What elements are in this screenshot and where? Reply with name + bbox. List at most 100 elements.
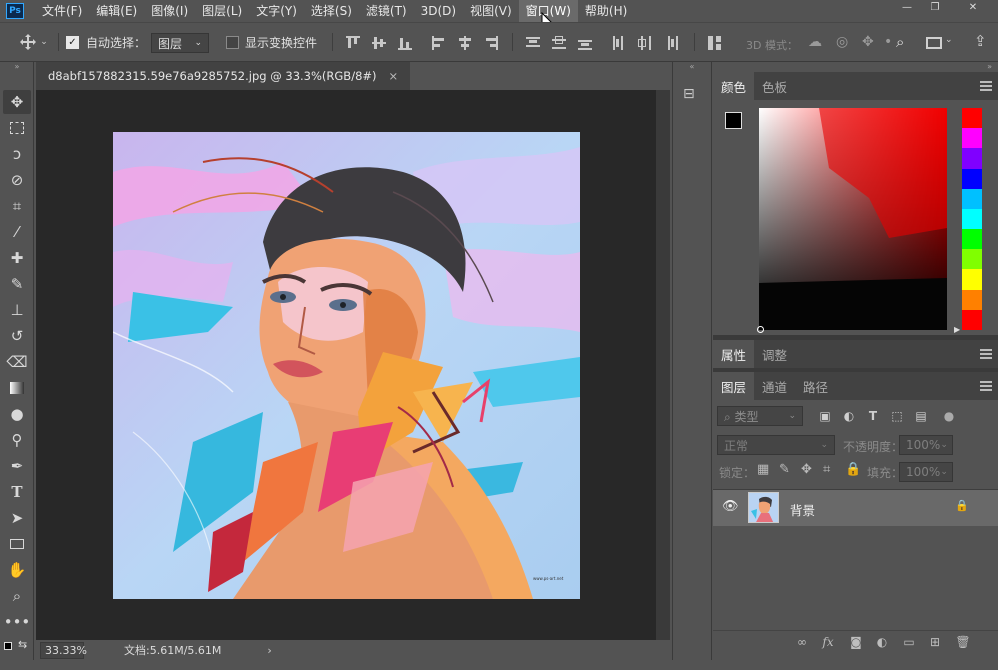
collapse-panels-icon[interactable]: »	[713, 62, 998, 72]
menu-filter[interactable]: 滤镜(T)	[359, 0, 414, 22]
align-right-edges-icon[interactable]	[484, 36, 498, 50]
gradient-icon[interactable]	[3, 376, 31, 400]
menu-3d[interactable]: 3D(D)	[414, 0, 463, 22]
move-tool-icon[interactable]: ✥	[3, 90, 31, 114]
filter-type-layer-icon[interactable]: T	[865, 408, 881, 424]
tab-swatches[interactable]: 色板	[754, 72, 795, 100]
move-tool-preset-picker[interactable]: ⌄	[16, 31, 52, 53]
layer-row[interactable]: 👁 背景 🔒	[713, 490, 998, 526]
share-icon[interactable]: ⇪	[974, 32, 987, 50]
history-panel-icon[interactable]: ⊟	[683, 86, 701, 104]
crop-icon[interactable]: ⌗	[3, 194, 31, 218]
rectangle-shape-icon[interactable]	[3, 532, 31, 556]
menu-image[interactable]: 图像(I)	[144, 0, 195, 22]
lock-transparent-pixels-icon[interactable]: ▦	[757, 462, 769, 477]
distribute-left-icon[interactable]	[612, 36, 626, 50]
3d-slide-icon[interactable]: •	[884, 34, 892, 50]
3d-orbit-icon[interactable]: ☁	[808, 34, 822, 50]
color-field[interactable]	[759, 108, 947, 330]
collapse-icon[interactable]: «	[673, 62, 711, 72]
healing-brush-icon[interactable]: ✚	[3, 246, 31, 270]
edit-toolbar-icon[interactable]: •••	[3, 610, 31, 634]
new-group-icon[interactable]: ▭	[899, 635, 919, 649]
minimize-button[interactable]: —	[894, 0, 920, 14]
distribute-vertical-centers-icon[interactable]	[552, 36, 566, 50]
link-layers-icon[interactable]: ∞	[792, 635, 812, 649]
layer-lock-icon[interactable]: 🔒	[955, 499, 969, 512]
tab-layers[interactable]: 图层	[713, 372, 755, 400]
restore-button[interactable]: ❐	[922, 0, 948, 14]
close-tab-icon[interactable]: ×	[389, 69, 399, 83]
add-layer-style-icon[interactable]: fx	[818, 635, 838, 649]
history-brush-icon[interactable]: ↺	[3, 324, 31, 348]
lock-position-icon[interactable]: ✥	[801, 462, 812, 477]
close-window-button[interactable]: ✕	[956, 0, 990, 14]
auto-select-target-dropdown[interactable]: 图层 ⌄	[151, 33, 209, 53]
panel-menu-icon[interactable]	[980, 81, 992, 91]
vertical-scrollbar[interactable]	[656, 90, 670, 640]
path-selection-icon[interactable]: ➤	[3, 506, 31, 530]
layer-name[interactable]: 背景	[790, 500, 815, 519]
tab-channels[interactable]: 通道	[754, 372, 795, 400]
lock-artboard-icon[interactable]: ⌗	[823, 462, 830, 477]
type-tool-icon[interactable]: T	[3, 480, 31, 504]
menu-type[interactable]: 文字(Y)	[249, 0, 304, 22]
new-layer-icon[interactable]: ⊞	[925, 635, 945, 649]
auto-select-checkbox[interactable]: ✓ 自动选择：	[66, 31, 146, 53]
hue-slider[interactable]	[962, 108, 982, 331]
align-horizontal-centers-icon[interactable]	[458, 36, 472, 50]
show-transform-controls-checkbox[interactable]: 显示变换控件	[226, 31, 317, 53]
clone-stamp-icon[interactable]: ⊥	[3, 298, 31, 322]
lock-all-icon[interactable]: 🔒	[845, 462, 861, 477]
filter-adjustment-layer-icon[interactable]: ◐	[841, 408, 857, 424]
opacity-field[interactable]: 100% ⌄	[899, 435, 953, 455]
align-top-edges-icon[interactable]	[346, 36, 360, 50]
foreground-color-swatch[interactable]	[725, 112, 742, 129]
search-icon[interactable]: ⌕	[896, 33, 904, 51]
distribute-horizontal-centers-icon[interactable]	[638, 36, 652, 50]
distribute-bottom-icon[interactable]	[578, 36, 592, 50]
auto-align-layers-icon[interactable]	[708, 36, 722, 50]
menu-help[interactable]: 帮助(H)	[578, 0, 634, 22]
3d-drag-icon[interactable]: ✥	[862, 34, 874, 50]
filter-pixel-layer-icon[interactable]: ▣	[817, 408, 833, 424]
distribute-top-icon[interactable]	[526, 36, 540, 50]
blend-mode-dropdown[interactable]: 正常 ⌄	[717, 435, 835, 455]
default-colors-icon[interactable]	[4, 642, 12, 650]
tab-properties[interactable]: 属性	[713, 340, 755, 368]
brush-icon[interactable]: ✎	[3, 272, 31, 296]
dodge-icon[interactable]: ⚲	[3, 428, 31, 452]
filter-smart-object-icon[interactable]: ▤	[913, 408, 929, 424]
layer-filter-kind-dropdown[interactable]: ⌕ 类型 ⌄	[717, 406, 803, 426]
tab-adjustments[interactable]: 调整	[754, 340, 795, 368]
collapse-toolbar-icon[interactable]: »	[0, 62, 34, 72]
layer-visibility-eye-icon[interactable]: 👁	[722, 499, 739, 514]
menu-select[interactable]: 选择(S)	[304, 0, 359, 22]
menu-view[interactable]: 视图(V)	[463, 0, 519, 22]
align-bottom-edges-icon[interactable]	[398, 36, 412, 50]
tab-paths[interactable]: 路径	[795, 372, 836, 400]
panel-menu-icon[interactable]	[980, 349, 992, 359]
rectangular-marquee-icon[interactable]	[3, 116, 31, 140]
filter-shape-layer-icon[interactable]: ⬚	[889, 408, 905, 424]
zoom-icon[interactable]: ⌕	[3, 584, 31, 608]
zoom-level-field[interactable]: 33.33%	[40, 641, 87, 659]
menu-edit[interactable]: 编辑(E)	[89, 0, 144, 22]
delete-layer-icon[interactable]: 🗑	[953, 635, 973, 649]
document-tab[interactable]: d8abf157882315.59e76a9285752.jpg @ 33.3%…	[36, 62, 411, 90]
add-layer-mask-icon[interactable]: ◙	[846, 635, 866, 649]
align-left-edges-icon[interactable]	[432, 36, 446, 50]
distribute-right-icon[interactable]	[664, 36, 678, 50]
panel-menu-icon[interactable]	[980, 381, 992, 391]
3d-roll-icon[interactable]: ◎	[836, 34, 848, 50]
fill-field[interactable]: 100% ⌄	[899, 462, 953, 482]
tab-color[interactable]: 颜色	[713, 72, 755, 100]
new-adjustment-layer-icon[interactable]: ◐	[872, 635, 892, 649]
hand-icon[interactable]: ✋	[3, 558, 31, 582]
menu-layer[interactable]: 图层(L)	[195, 0, 249, 22]
menu-file[interactable]: 文件(F)	[35, 0, 89, 22]
workspace-icon[interactable]	[926, 37, 942, 49]
eraser-icon[interactable]: ⌫	[3, 350, 31, 374]
eyedropper-icon[interactable]: ⁄	[3, 220, 31, 244]
blur-icon[interactable]: ●	[3, 402, 31, 426]
